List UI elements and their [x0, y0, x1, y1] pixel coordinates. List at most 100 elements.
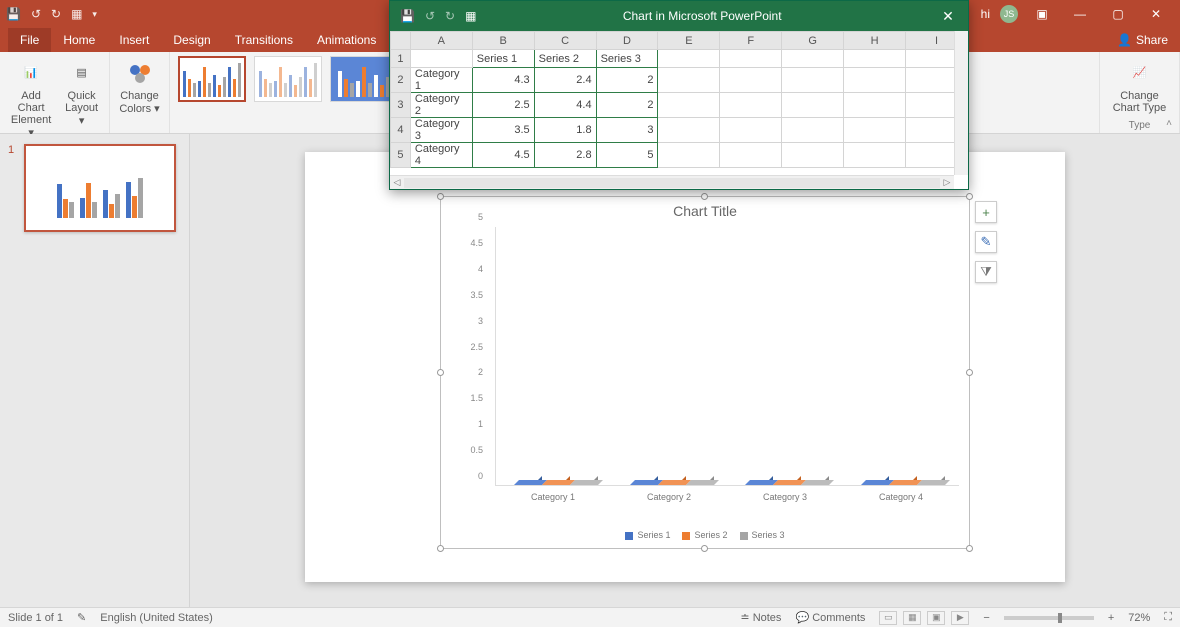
quick-layout-button[interactable]: ▤ Quick Layout ▾ — [62, 56, 101, 139]
cell[interactable] — [720, 50, 782, 68]
cell[interactable] — [720, 118, 782, 143]
cell[interactable]: 4.5 — [472, 143, 534, 168]
col-header[interactable]: G — [782, 32, 844, 50]
cell[interactable] — [410, 50, 472, 68]
cell[interactable]: 2 — [596, 93, 658, 118]
excel-popout-icon[interactable]: ▦ — [465, 9, 476, 23]
cell[interactable]: Category 2 — [410, 93, 472, 118]
tab-home[interactable]: Home — [51, 28, 107, 52]
cell[interactable] — [720, 93, 782, 118]
cell[interactable]: 3.5 — [472, 118, 534, 143]
cell[interactable]: Series 2 — [534, 50, 596, 68]
collapse-ribbon-icon[interactable]: ˄ — [1166, 118, 1172, 129]
tab-insert[interactable]: Insert — [107, 28, 161, 52]
cell[interactable]: Series 1 — [472, 50, 534, 68]
resize-handle-se[interactable] — [966, 545, 973, 552]
cell[interactable]: 1.8 — [534, 118, 596, 143]
minimize-icon[interactable]: — — [1066, 7, 1094, 21]
cell[interactable] — [782, 50, 844, 68]
start-from-beginning-icon[interactable]: ▦ — [71, 7, 82, 21]
row-header[interactable]: 2 — [391, 68, 411, 93]
cell[interactable] — [844, 68, 906, 93]
col-header[interactable]: H — [844, 32, 906, 50]
save-icon[interactable]: 💾 — [6, 7, 21, 21]
col-header[interactable]: C — [534, 32, 596, 50]
slide-canvas[interactable]: Chart Title 00.511.522.533.544.55 Catego… — [305, 152, 1065, 582]
share-button[interactable]: 👤Share — [1105, 33, 1180, 47]
cell[interactable] — [844, 50, 906, 68]
notes-button[interactable]: ≐ Notes — [740, 611, 781, 624]
slide-editor[interactable]: Chart Title 00.511.522.533.544.55 Catego… — [190, 134, 1180, 607]
excel-undo-icon[interactable]: ↺ — [425, 9, 435, 23]
chart-styles-gallery[interactable] — [178, 56, 398, 102]
tab-animations[interactable]: Animations — [305, 28, 388, 52]
resize-handle-ne[interactable] — [966, 193, 973, 200]
cell[interactable] — [782, 93, 844, 118]
excel-save-icon[interactable]: 💾 — [400, 9, 415, 23]
redo-icon[interactable]: ↻ — [51, 7, 61, 21]
cell[interactable] — [782, 143, 844, 168]
col-header[interactable]: D — [596, 32, 658, 50]
cell[interactable]: 5 — [596, 143, 658, 168]
change-chart-type-button[interactable]: 📈 Change Chart Type — [1113, 56, 1167, 114]
legend-item[interactable]: Series 1 — [625, 530, 670, 540]
tab-transitions[interactable]: Transitions — [223, 28, 305, 52]
excel-horizontal-scrollbar[interactable]: ◁ ▷ — [390, 175, 954, 189]
slide-thumbnail-pane[interactable]: 1 — [0, 134, 190, 607]
cell[interactable] — [658, 118, 720, 143]
chart-styles-button[interactable]: ✎ — [975, 231, 997, 253]
cell[interactable] — [720, 68, 782, 93]
cell[interactable] — [658, 93, 720, 118]
cell[interactable] — [658, 143, 720, 168]
chart-legend[interactable]: Series 1Series 2Series 3 — [441, 530, 969, 540]
legend-item[interactable]: Series 3 — [740, 530, 785, 540]
add-chart-element-button[interactable]: 📊 Add Chart Element ▾ — [8, 56, 54, 139]
excel-grid[interactable]: ABCDEFGHI1Series 1Series 2Series 32Categ… — [390, 31, 968, 175]
chart-style-1[interactable] — [178, 56, 246, 102]
select-all-cell[interactable] — [391, 32, 411, 50]
language-status[interactable]: English (United States) — [100, 612, 213, 624]
zoom-in-button[interactable]: + — [1108, 612, 1114, 624]
cell[interactable] — [844, 143, 906, 168]
tab-file[interactable]: File — [8, 28, 51, 52]
chart-plot-area[interactable]: 00.511.522.533.544.55 Category 1Category… — [461, 227, 959, 498]
cell[interactable] — [720, 143, 782, 168]
change-colors-button[interactable]: Change Colors ▾ — [119, 56, 159, 115]
cell[interactable]: 4.4 — [534, 93, 596, 118]
resize-handle-w[interactable] — [437, 369, 444, 376]
close-icon[interactable]: ✕ — [1142, 7, 1170, 21]
fit-to-window-icon[interactable]: ⛶ — [1164, 611, 1172, 624]
spellcheck-icon[interactable]: ✎ — [77, 611, 86, 624]
row-header[interactable]: 5 — [391, 143, 411, 168]
row-header[interactable]: 1 — [391, 50, 411, 68]
reading-view-icon[interactable]: ▣ — [927, 611, 945, 625]
cell[interactable]: 4.3 — [472, 68, 534, 93]
cell[interactable] — [658, 50, 720, 68]
undo-icon[interactable]: ↺ — [31, 7, 41, 21]
chart-title[interactable]: Chart Title — [441, 197, 969, 219]
excel-title-bar[interactable]: 💾 ↺ ↻ ▦ Chart in Microsoft PowerPoint ✕ — [390, 1, 968, 31]
row-header[interactable]: 4 — [391, 118, 411, 143]
slide-thumbnail-1[interactable] — [24, 144, 176, 232]
col-header[interactable]: B — [472, 32, 534, 50]
maximize-icon[interactable]: ▢ — [1104, 7, 1132, 21]
excel-data-window[interactable]: 💾 ↺ ↻ ▦ Chart in Microsoft PowerPoint ✕ … — [389, 0, 969, 190]
chart-style-3[interactable] — [330, 56, 398, 102]
resize-handle-e[interactable] — [966, 369, 973, 376]
chart-elements-button[interactable]: + — [975, 201, 997, 223]
zoom-level[interactable]: 72% — [1128, 612, 1150, 624]
cell[interactable] — [844, 118, 906, 143]
zoom-out-button[interactable]: − — [983, 612, 989, 624]
comments-button[interactable]: 💬 Comments — [795, 611, 865, 624]
chart-filters-button[interactable]: ⧩ — [975, 261, 997, 283]
cell[interactable] — [658, 68, 720, 93]
resize-handle-n[interactable] — [701, 193, 708, 200]
cell[interactable] — [844, 93, 906, 118]
scroll-right-icon[interactable]: ▷ — [940, 177, 954, 188]
excel-redo-icon[interactable]: ↻ — [445, 9, 455, 23]
chart-object[interactable]: Chart Title 00.511.522.533.544.55 Catego… — [440, 196, 970, 549]
col-header[interactable]: A — [410, 32, 472, 50]
col-header[interactable]: F — [720, 32, 782, 50]
cell[interactable] — [782, 118, 844, 143]
chart-style-2[interactable] — [254, 56, 322, 102]
